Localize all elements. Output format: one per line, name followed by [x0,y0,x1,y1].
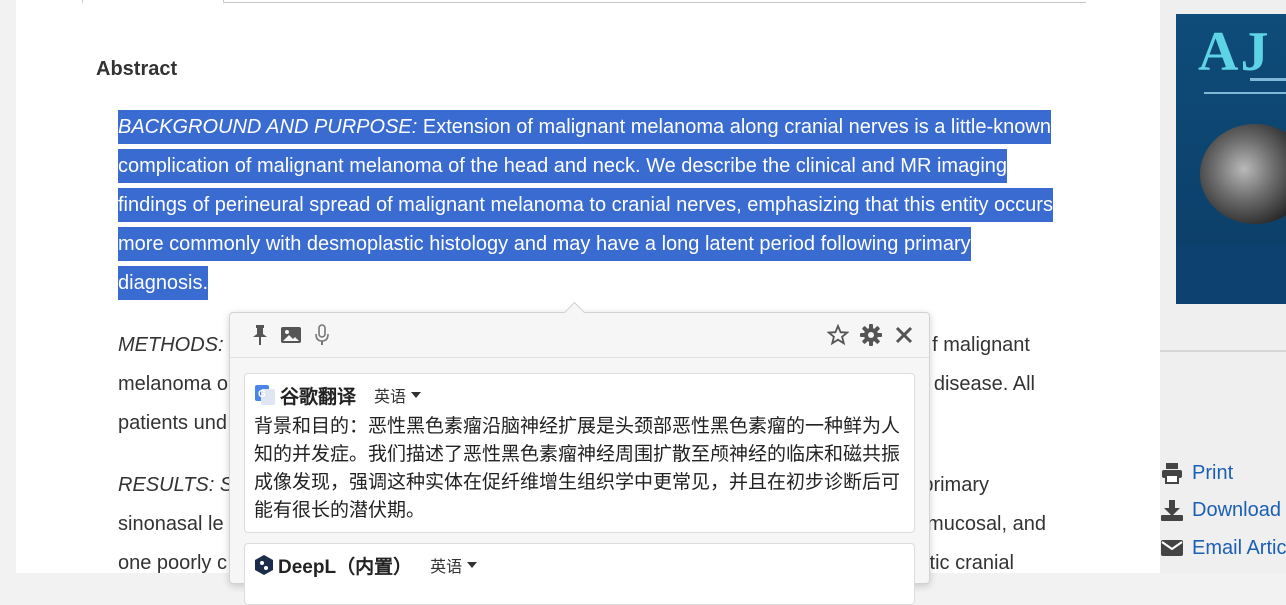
download-icon [1161,500,1183,521]
close-icon[interactable] [892,323,916,347]
background-label: BACKGROUND AND PURPOSE: [118,116,418,138]
deepl-card-header: DeepL（内置） 英语 [255,552,478,578]
chevron-down-icon [411,392,422,398]
cover-mri-scan [1200,124,1286,224]
print-label: Print [1192,461,1234,484]
download-label: Download [1192,498,1281,521]
tab-active[interactable] [82,0,224,4]
download-link[interactable]: Download [1160,497,1281,523]
email-link[interactable]: Email Artic [1160,535,1286,561]
mic-icon[interactable] [310,323,334,347]
methods-line1-end: f malignant [932,334,1030,356]
email-label: Email Artic [1192,536,1286,559]
translation-popup: G 谷歌翻译 英语 背景和目的：恶性黑色素瘤沿脑神经扩展是头颈部恶性黑色素瘤的一… [229,301,930,605]
google-translate-icon: G [255,385,275,405]
results-line2-end: mucosal, and [927,513,1046,535]
cover-decoration [1204,92,1286,94]
print-link[interactable]: Print [1160,460,1233,486]
gear-icon[interactable] [859,323,883,347]
svg-text:G: G [258,389,266,400]
methods-line2-end: disease. All [933,373,1035,395]
abstract-heading: Abstract [96,58,178,80]
image-icon[interactable] [279,323,303,347]
cover-decoration [1250,78,1286,81]
selected-text[interactable]: BACKGROUND AND PURPOSE: Extension of mal… [118,110,1053,300]
deepl-icon [255,555,273,575]
deepl-card: DeepL（内置） 英语 [244,543,915,605]
journal-cover-image[interactable]: AJ [1176,14,1286,304]
results-line3-end: tic cranial [929,552,1014,574]
pin-icon[interactable] [248,323,272,347]
google-translate-card: G 谷歌翻译 英语 背景和目的：恶性黑色素瘤沿脑神经扩展是头颈部恶性黑色素瘤的一… [244,373,915,533]
methods-line2-start: melanoma o [118,373,229,395]
envelope-icon [1161,540,1183,556]
sidebar-divider [1160,350,1286,352]
results-line2-start: sinonasal le [118,513,224,535]
printer-icon [1162,463,1182,484]
chevron-down-icon [467,562,478,568]
google-language-label: 英语 [374,389,407,406]
journal-logo: AJ [1198,21,1271,83]
right-sidebar: AJ Print Download Email Artic [1160,0,1286,573]
deepl-engine-name: DeepL（内置） [278,556,413,578]
tab-strip [82,0,1086,4]
methods-label: METHODS: [118,334,224,356]
results-label: RESULTS: S [118,474,234,496]
popup-toolbar [230,313,929,358]
google-card-header: G 谷歌翻译 英语 [255,382,422,408]
abstract-background-paragraph[interactable]: BACKGROUND AND PURPOSE: Extension of mal… [118,108,1058,303]
star-icon[interactable] [826,323,850,347]
deepl-language-label: 英语 [430,559,463,576]
background-text: Extension of malignant melanoma along cr… [118,116,1053,294]
deepl-language-dropdown[interactable]: 英语 [430,553,478,577]
google-engine-name: 谷歌翻译 [280,386,357,408]
google-translation-text: 背景和目的：恶性黑色素瘤沿脑神经扩展是头颈部恶性黑色素瘤的一种鲜为人知的并发症。… [254,415,901,521]
google-language-dropdown[interactable]: 英语 [374,383,422,407]
methods-line3-start: patients und [118,412,227,434]
cover-band [1176,244,1286,304]
results-line3-start: one poorly c [118,552,227,574]
